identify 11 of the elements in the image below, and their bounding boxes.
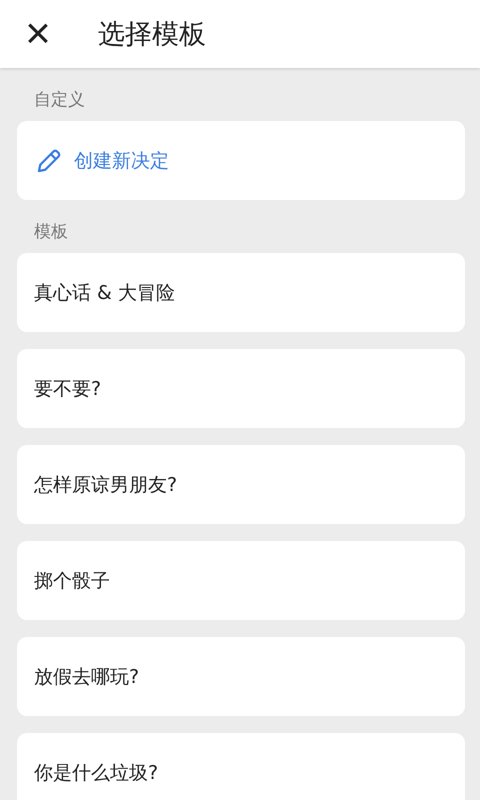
template-item[interactable]: 要不要?: [17, 349, 465, 428]
create-button[interactable]: 创建新决定: [17, 121, 465, 200]
section-label: 模板: [33, 221, 69, 244]
template-item[interactable]: 真心话 & 大冒险: [17, 253, 465, 332]
template-item[interactable]: 放假去哪玩?: [17, 637, 465, 716]
template-item[interactable]: 怎样原谅男朋友?: [17, 445, 465, 524]
close-button[interactable]: ×: [0, 0, 76, 68]
page-title: 选择模板: [98, 18, 206, 52]
template-item[interactable]: 掷个骰子: [17, 541, 465, 620]
template-item[interactable]: 你是什么垃圾?: [17, 733, 465, 800]
section-label: 自定义: [33, 89, 86, 112]
